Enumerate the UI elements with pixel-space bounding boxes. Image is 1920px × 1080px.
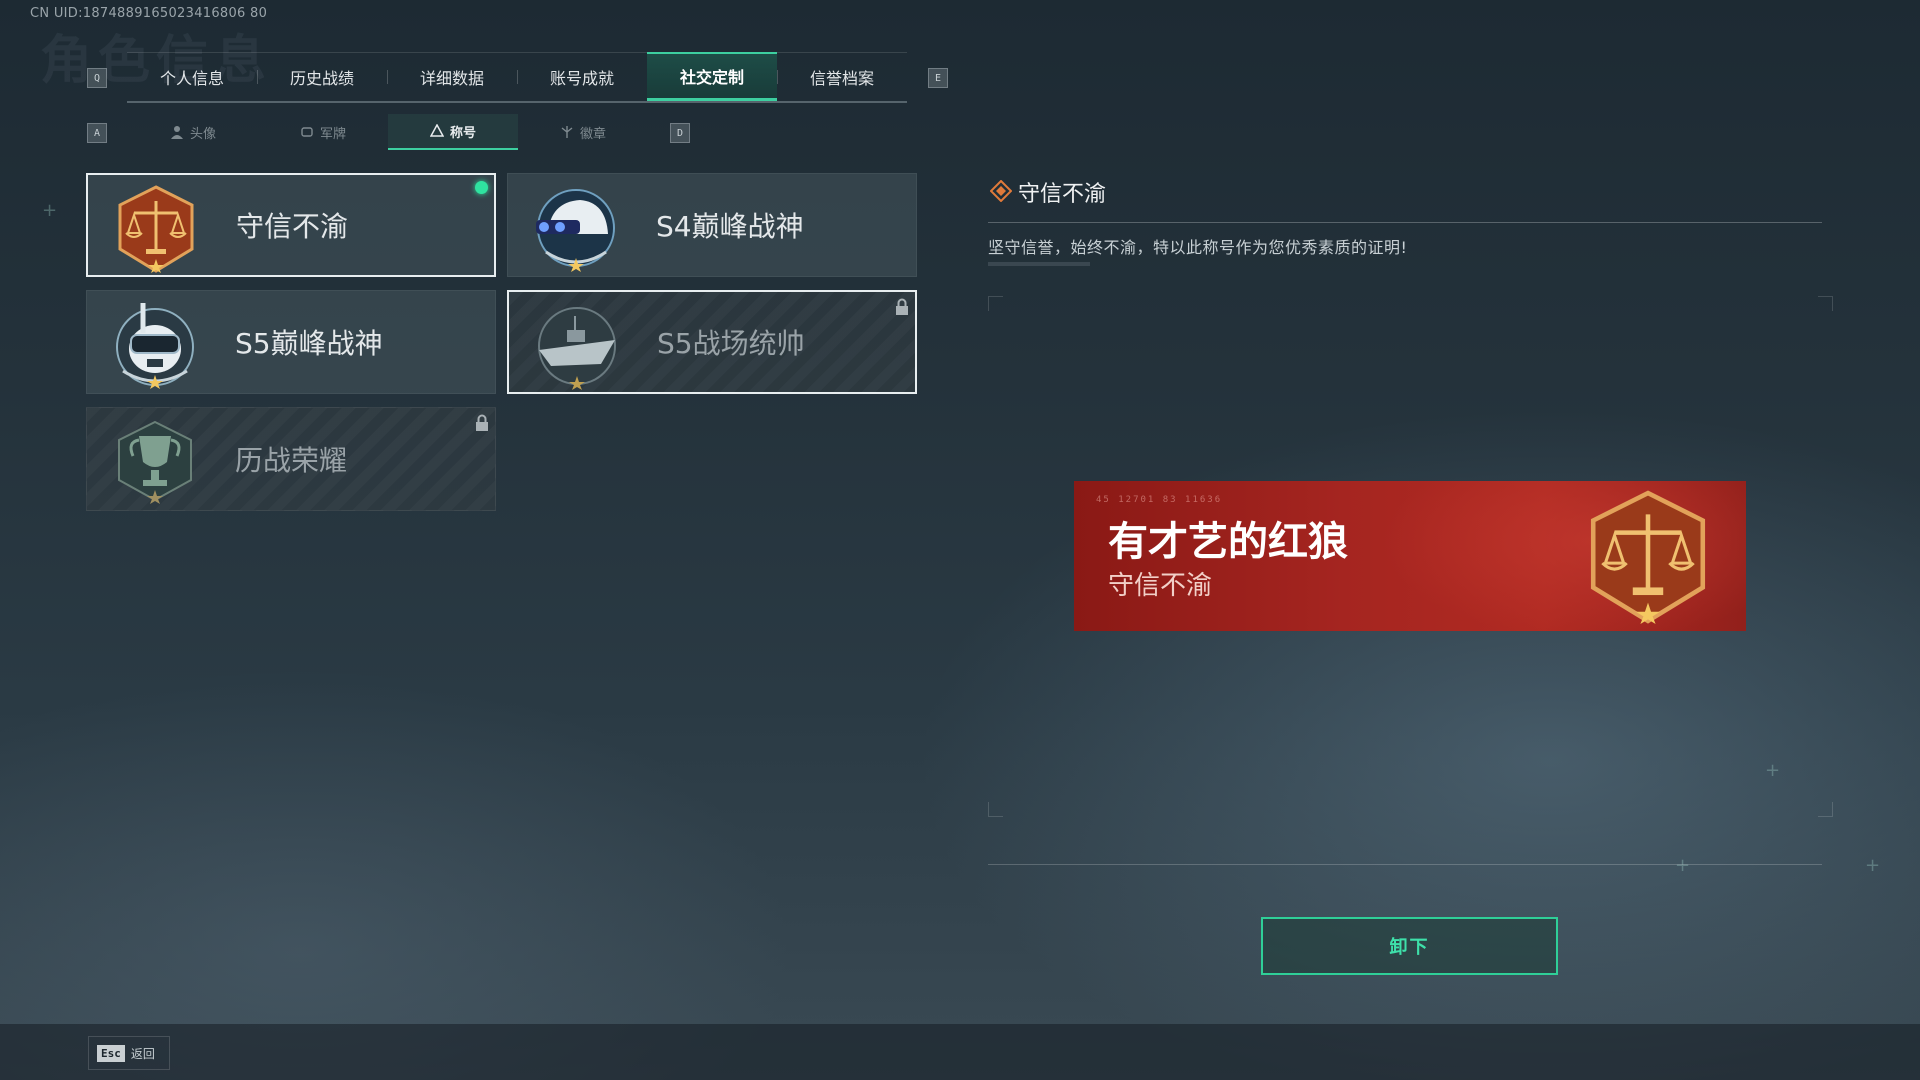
subtab-label: 称号	[449, 125, 476, 141]
title-banner-preview: 45 12701 83 11636 有才艺的红狼 守信不渝	[1074, 481, 1746, 631]
banner-player-name: 有才艺的红狼	[1108, 519, 1348, 565]
boat-emblem-icon	[538, 307, 616, 390]
tab-detailed-data[interactable]: 详细数据	[387, 53, 517, 101]
frame-corner	[988, 802, 1003, 817]
tab-history[interactable]: 历史战绩	[257, 53, 387, 101]
plus-deco-icon: +	[42, 200, 58, 221]
detail-description: 坚守信誉，始终不渝，特以此称号作为您优秀素质的证明!	[988, 238, 1408, 257]
title-card[interactable]: 历战荣耀	[86, 407, 496, 511]
banner-deco-text: 45 12701 83 11636	[1096, 495, 1223, 505]
title-name: 历战荣耀	[235, 444, 348, 477]
tab-credit-record[interactable]: 信誉档案	[777, 53, 907, 101]
equipped-indicator	[475, 181, 488, 194]
esc-key-hint: Esc	[97, 1044, 125, 1062]
subtab-label: 头像	[189, 126, 216, 142]
subtab-avatar[interactable]: 头像	[128, 114, 258, 150]
tab-achievements[interactable]: 账号成就	[517, 53, 647, 101]
key-hint-next-tab[interactable]: E	[928, 68, 948, 88]
badge-icon	[561, 126, 573, 138]
divider	[988, 864, 1822, 865]
decor-bar	[988, 262, 1090, 266]
key-hint-prev-tab[interactable]: Q	[87, 68, 107, 88]
diamond-icon	[990, 180, 1012, 202]
title-card[interactable]: S5巅峰战神	[86, 290, 496, 394]
back-button[interactable]: Esc 返回	[88, 1036, 170, 1070]
title-name: S5巅峰战神	[235, 327, 383, 360]
dogtag-icon	[301, 127, 313, 137]
title-name: S4巅峰战神	[656, 210, 804, 243]
subtab-label: 军牌	[319, 126, 346, 142]
back-label: 返回	[130, 1046, 155, 1061]
key-hint-prev-subtab[interactable]: A	[87, 123, 107, 143]
subtab-title[interactable]: 称号	[388, 114, 518, 150]
helmet-emblem-icon	[536, 189, 615, 272]
footer-bar	[0, 1024, 1920, 1080]
title-card[interactable]: S5战场统帅	[507, 290, 917, 394]
subtab-label: 徽章	[579, 126, 606, 142]
scales-emblem-icon	[118, 185, 194, 273]
sub-tabs: 头像 军牌 称号 徽章	[128, 114, 648, 150]
title-icon	[429, 124, 444, 137]
frame-corner	[988, 296, 1003, 311]
detail-title: 守信不渝	[1018, 182, 1107, 207]
title-card[interactable]: 守信不渝	[86, 173, 496, 277]
frame-corner	[1818, 802, 1833, 817]
diver-skull-emblem-icon	[116, 303, 194, 389]
scales-emblem-icon	[1590, 490, 1706, 624]
frame-corner	[1818, 296, 1833, 311]
title-name: S5战场统帅	[657, 327, 805, 360]
divider	[988, 222, 1822, 223]
banner-title: 守信不渝	[1108, 571, 1213, 601]
title-card[interactable]: S4巅峰战神	[507, 173, 917, 277]
lock-icon	[896, 298, 908, 315]
main-tabs: 个人信息 历史战绩 详细数据 账号成就 社交定制 信誉档案	[127, 52, 907, 103]
key-hint-next-subtab[interactable]: D	[670, 123, 690, 143]
lock-icon	[476, 414, 488, 431]
plus-deco-icon: +	[1765, 760, 1781, 781]
tab-social-custom[interactable]: 社交定制	[647, 52, 777, 101]
plus-deco-icon: +	[1865, 855, 1881, 876]
subtab-badge[interactable]: 徽章	[518, 114, 648, 150]
trophy-emblem-icon	[118, 420, 192, 504]
unequip-button[interactable]: 卸下	[1261, 917, 1558, 975]
person-icon	[170, 126, 183, 139]
subtab-dogtag[interactable]: 军牌	[258, 114, 388, 150]
tab-personal-info[interactable]: 个人信息	[127, 53, 257, 101]
title-name: 守信不渝	[236, 210, 349, 243]
plus-deco-icon: +	[1675, 855, 1691, 876]
